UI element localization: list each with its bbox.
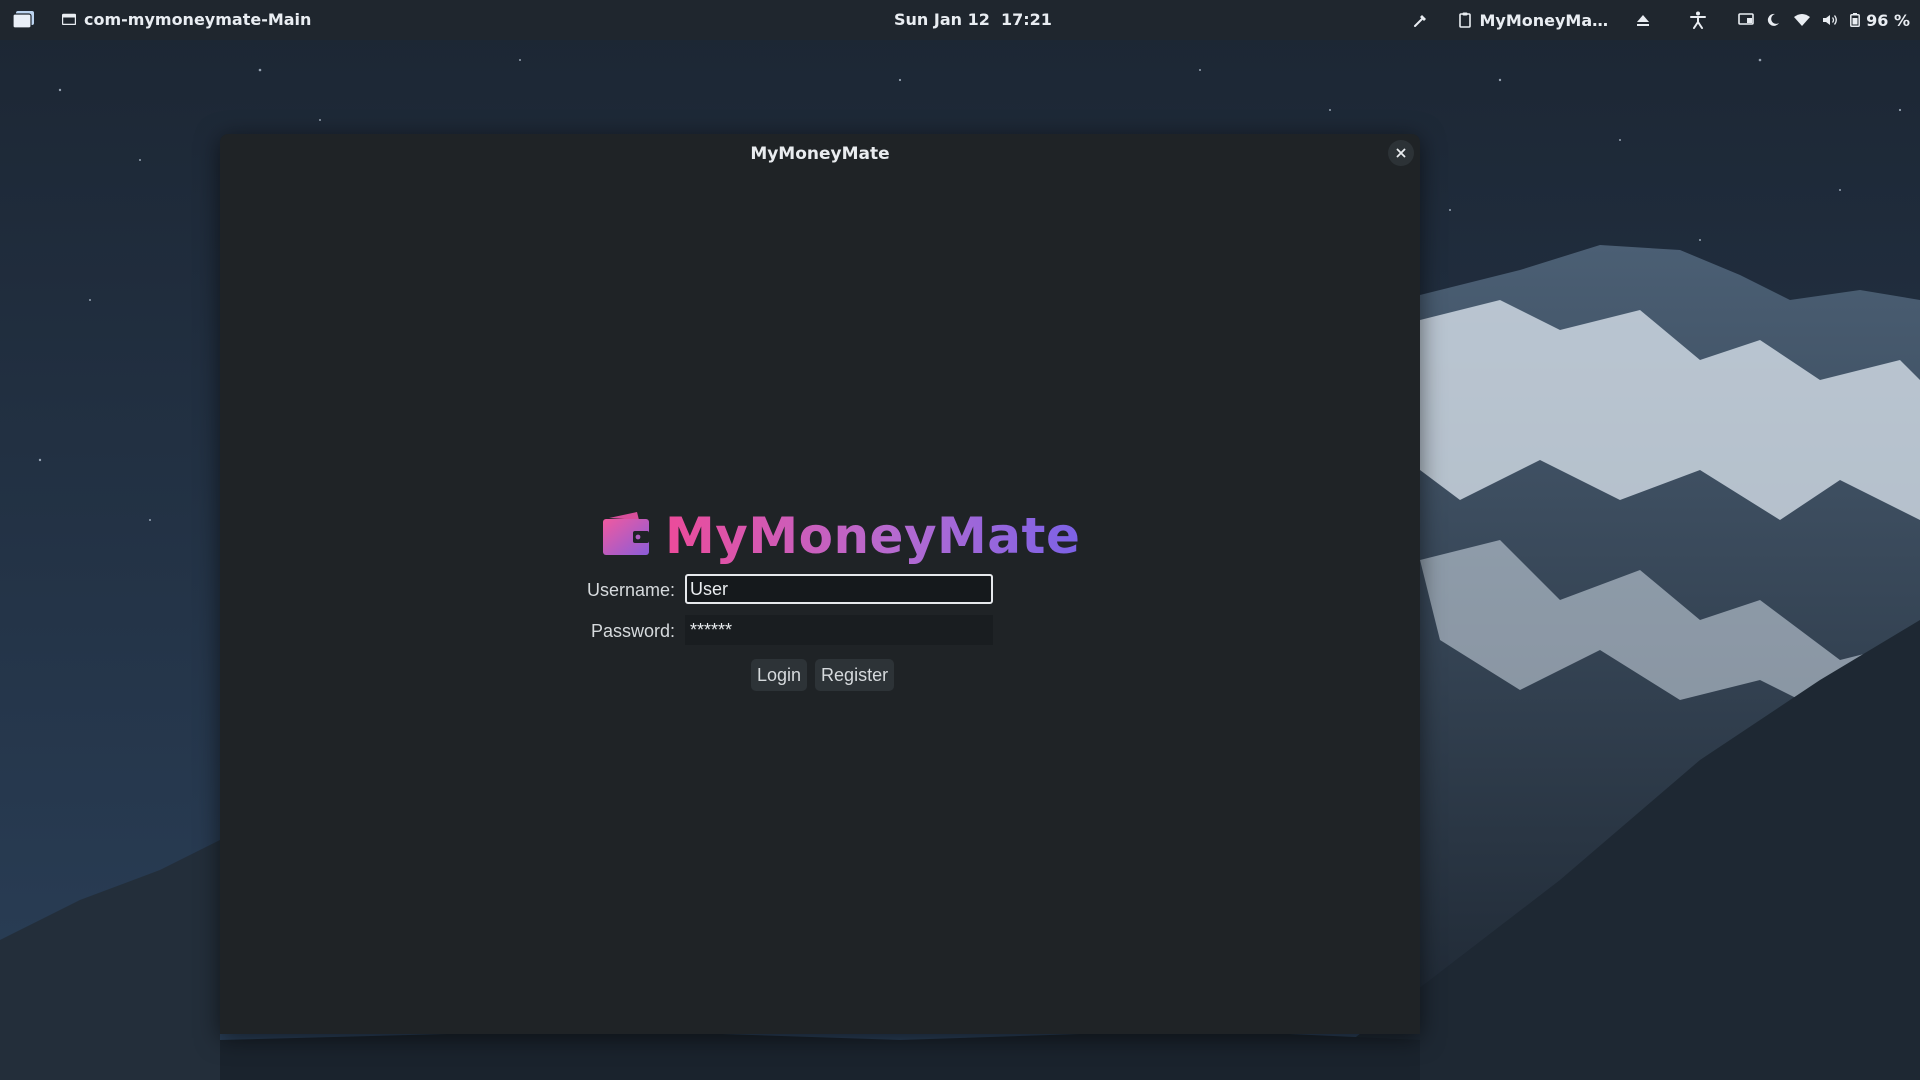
password-label: Password: [590,621,675,641]
tray-app-indicator[interactable]: MyMoneyMa… [1459,11,1608,30]
login-window: MyMoneyMate MyMoneyMate Username: User P… [220,134,1420,1034]
close-icon [1396,148,1406,158]
window-titlebar[interactable]: MyMoneyMate [220,134,1420,174]
launcher-icon[interactable] [12,9,36,31]
app-indicator-label: com-mymoneymate-Main [84,10,312,29]
password-input[interactable] [685,615,993,645]
eject-icon[interactable] [1636,13,1650,27]
brand-wordmark: MyMoneyMate [665,507,1081,565]
clipboard-icon [1459,12,1472,28]
app-window-icon [61,10,77,29]
login-actions: Login Register [751,659,895,691]
color-picker-icon[interactable] [1413,12,1429,28]
username-label: Username: [586,580,675,600]
battery-icon[interactable] [1850,13,1861,27]
username-row: Username: [220,574,1420,606]
window-title: MyMoneyMate [750,144,890,164]
clock[interactable]: Sun Jan 12 17:21 [894,10,1052,29]
wallet-logo-icon [601,511,651,561]
app-indicator[interactable]: com-mymoneymate-Main [61,10,312,29]
volume-icon[interactable] [1822,13,1838,27]
password-row: Password: [220,615,1420,647]
tray-app-label: MyMoneyMa… [1479,10,1609,30]
username-input[interactable] [685,574,993,604]
register-button[interactable]: Register [815,659,895,691]
battery-level: 96 % [1866,10,1910,30]
screen-icon[interactable] [1738,13,1754,27]
close-button[interactable] [1388,140,1414,166]
top-panel: com-mymoneymate-Main Sun Jan 12 17:21 My… [0,0,1920,40]
login-button[interactable]: Login [751,659,808,691]
accessibility-icon[interactable] [1690,11,1707,29]
wifi-icon[interactable] [1794,13,1811,27]
system-tray: MyMoneyMa… 96 % [1413,8,1910,32]
app-logo: MyMoneyMate [601,506,1080,566]
night-mode-icon[interactable] [1766,13,1780,27]
